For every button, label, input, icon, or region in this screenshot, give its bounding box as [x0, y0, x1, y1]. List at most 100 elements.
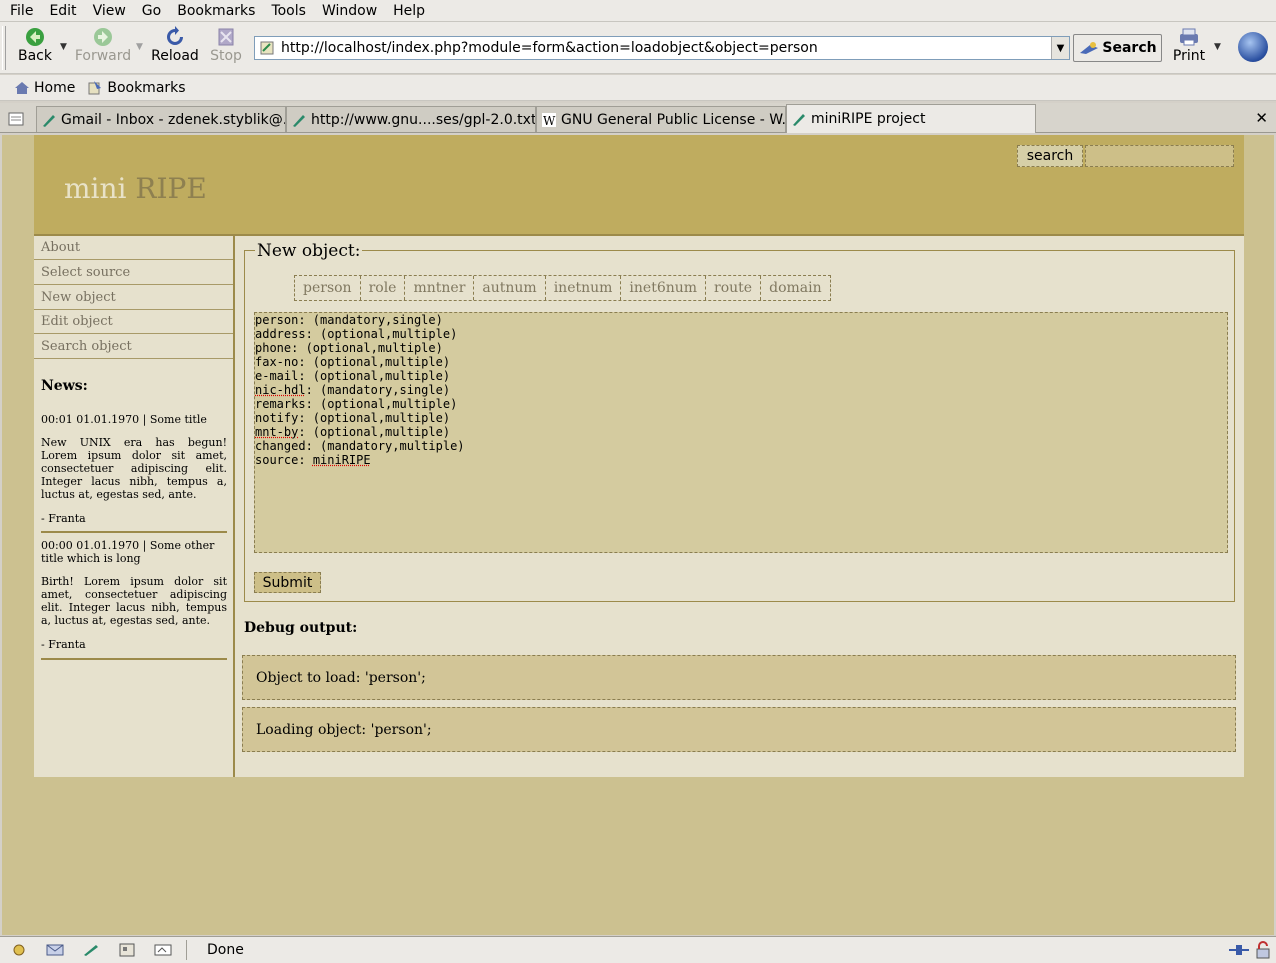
stop-icon [218, 28, 234, 46]
bookmarks-label: Bookmarks [107, 79, 186, 96]
news-header: 00:01 01.01.1970 | Some title [41, 413, 207, 426]
textarea-attribute: source [255, 453, 299, 467]
forward-dropdown-icon[interactable]: ▼ [136, 42, 143, 52]
menu-window[interactable]: Window [322, 3, 377, 19]
navigator-icon[interactable] [10, 943, 28, 957]
textarea-attribute-spec: : (optional,multiple) [298, 369, 451, 383]
toolbar-grip[interactable] [2, 26, 6, 70]
debug-title: Debug output: [244, 620, 358, 636]
tab-miniripe[interactable]: miniRIPE project [786, 104, 1036, 133]
home-icon [15, 81, 29, 94]
sidebar: About Select source New object Edit obje… [34, 236, 235, 777]
menu-bookmarks[interactable]: Bookmarks [177, 3, 255, 19]
textarea-attribute-spec: : miniRIPE [298, 453, 371, 467]
textarea-attribute-spec: : (optional,multiple) [298, 425, 451, 439]
textarea-attribute: address [255, 327, 306, 341]
textarea-attribute-spec: : (mandatory,single) [305, 383, 451, 397]
object-tab-domain[interactable]: domain [761, 276, 830, 300]
online-connection-icon[interactable] [1228, 941, 1250, 959]
tab-label: http://www.gnu....ses/gpl-2.0.txt [311, 111, 536, 128]
textarea-attribute: phone [255, 341, 292, 355]
home-button[interactable]: Home [14, 80, 75, 96]
textarea-line: nic-hdl: (mandatory,single) [255, 383, 1227, 397]
page-viewport: mini RIPE search About Select source New… [2, 135, 1274, 935]
forward-button[interactable]: Forward [74, 26, 132, 64]
textarea-attribute-spec: : (optional,multiple) [291, 341, 443, 355]
object-textarea[interactable]: person: (mandatory,single) address: (opti… [254, 312, 1228, 553]
news-title: News: [41, 378, 88, 394]
bookmarks-icon [88, 80, 102, 94]
header-search-button[interactable]: search [1017, 145, 1083, 167]
tab-label: GNU General Public License - W... [561, 111, 786, 128]
logo-mini: mini [64, 172, 127, 205]
header-search-input[interactable] [1085, 145, 1234, 167]
object-tab-route[interactable]: route [706, 276, 762, 300]
menu-tools[interactable]: Tools [271, 3, 306, 19]
textarea-attribute: fax-no [255, 355, 299, 369]
sidebar-item-about[interactable]: About [34, 236, 233, 260]
address-book-icon[interactable] [118, 943, 136, 957]
mail-icon[interactable] [46, 943, 64, 957]
back-button[interactable]: Back [16, 26, 54, 64]
composer-icon[interactable] [82, 943, 100, 957]
object-tab-person[interactable]: person [295, 276, 361, 300]
page-favicon-icon [260, 41, 274, 55]
tab-gpl-wikipedia[interactable]: W GNU General Public License - W... [536, 106, 786, 132]
textarea-line: mnt-by: (optional,multiple) [255, 425, 1227, 439]
menu-edit[interactable]: Edit [49, 3, 76, 19]
sidebar-item-search-object[interactable]: Search object [34, 335, 233, 359]
object-tab-mntner[interactable]: mntner [405, 276, 475, 300]
news-item: 00:00 01.01.1970 | Some other title whic… [41, 531, 227, 651]
bookmarks-button[interactable]: Bookmarks [87, 79, 186, 96]
textarea-line: changed: (mandatory,multiple) [255, 439, 1227, 453]
printer-icon [1180, 28, 1198, 46]
textarea-attribute: person [255, 313, 299, 327]
url-input[interactable]: http://localhost/index.php?module=form&a… [281, 40, 1051, 56]
textarea-line: person: (mandatory,single) [255, 313, 1227, 327]
url-dropdown-icon[interactable]: ▼ [1051, 37, 1069, 59]
print-dropdown-icon[interactable]: ▼ [1214, 42, 1221, 52]
textarea-line: e-mail: (optional,multiple) [255, 369, 1227, 383]
object-tab-autnum[interactable]: autnum [474, 276, 546, 300]
textarea-attribute: notify [255, 411, 299, 425]
textarea-attribute: nic-hdl [255, 383, 306, 397]
security-lock-icon[interactable] [1254, 941, 1272, 959]
news-author: - Franta [41, 512, 86, 525]
textarea-attribute: remarks [255, 397, 306, 411]
menu-view[interactable]: View [93, 3, 126, 19]
new-object-form: New object: person role mntner autnum in… [244, 241, 1235, 602]
reload-icon [167, 26, 183, 45]
reload-label: Reload [151, 48, 199, 64]
menu-go[interactable]: Go [142, 3, 161, 19]
debug-line: Loading object: 'person'; [242, 707, 1236, 752]
textarea-attribute-spec: : (mandatory,multiple) [305, 439, 465, 453]
back-dropdown-icon[interactable]: ▼ [60, 42, 67, 52]
sidebar-item-select-source[interactable]: Select source [34, 261, 233, 285]
object-tab-role[interactable]: role [361, 276, 406, 300]
print-button[interactable]: Print [1172, 26, 1206, 64]
url-bar[interactable]: http://localhost/index.php?module=form&a… [254, 36, 1070, 60]
search-button[interactable]: Search [1073, 34, 1162, 62]
object-tab-inet6num[interactable]: inet6num [621, 276, 707, 300]
page-container: mini RIPE search About Select source New… [34, 135, 1244, 777]
reload-button[interactable]: Reload [150, 26, 200, 64]
tab-gmail[interactable]: Gmail - Inbox - zdenek.styblik@... [36, 106, 286, 132]
textarea-line: address: (optional,multiple) [255, 327, 1227, 341]
textarea-attribute-spec: : (optional,multiple) [305, 327, 458, 341]
submit-button[interactable]: Submit [254, 572, 321, 593]
sidebar-item-edit-object[interactable]: Edit object [34, 310, 233, 334]
textarea-attribute-spec: : (mandatory,single) [298, 313, 443, 327]
textarea-line: remarks: (optional,multiple) [255, 397, 1227, 411]
news-header: 00:00 01.01.1970 | Some other title whic… [41, 539, 215, 565]
menu-file[interactable]: File [10, 3, 33, 19]
object-tab-inetnum[interactable]: inetnum [546, 276, 622, 300]
irc-chat-icon[interactable] [154, 943, 172, 957]
sidebar-item-new-object[interactable]: New object [34, 286, 233, 310]
menu-help[interactable]: Help [393, 3, 425, 19]
logo-ripe: RIPE [135, 172, 207, 205]
close-tab-icon[interactable]: ✕ [1255, 109, 1268, 127]
status-right-icons [1228, 941, 1272, 959]
new-tab-icon[interactable] [8, 111, 26, 127]
stop-button[interactable]: Stop [208, 26, 244, 64]
tab-gpl-txt[interactable]: http://www.gnu....ses/gpl-2.0.txt [286, 106, 536, 132]
